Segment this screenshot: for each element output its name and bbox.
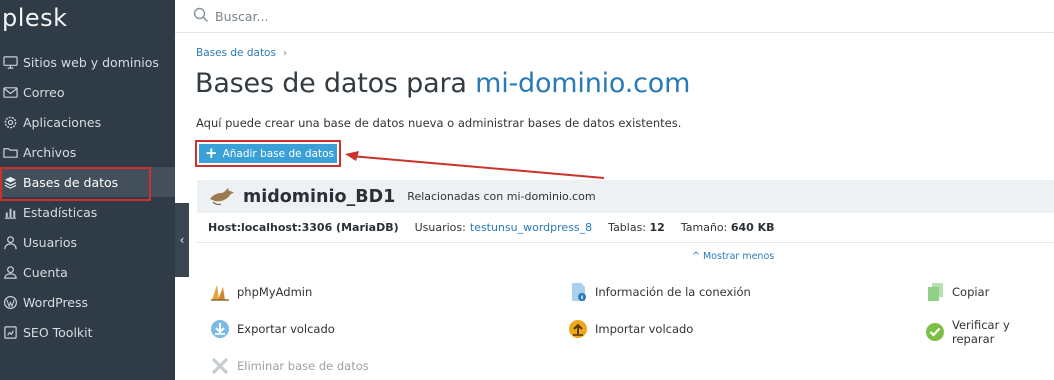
search-input[interactable] [215, 6, 615, 26]
add-button-highlight: + Añadir base de datos [195, 140, 341, 167]
size-label: Tamaño: [680, 221, 728, 234]
chevron-right-icon: › [282, 47, 287, 59]
action-phpmyadmin[interactable]: phpMyAdmin [209, 281, 312, 303]
mariadb-seal-icon [210, 187, 234, 205]
sidebar-item-wordpress[interactable]: WordPress [0, 287, 175, 317]
show-less-link[interactable]: ^ Mostrar menos [692, 251, 774, 262]
sidebar-item-label: Bases de datos [23, 174, 119, 190]
database-name[interactable]: midominio_BD1 [243, 187, 395, 207]
sidebar-item-aplicaciones[interactable]: Aplicaciones [0, 107, 175, 137]
action-label: phpMyAdmin [237, 285, 313, 299]
sidebar-item-label: Sitios web y dominios [23, 54, 159, 70]
annotation-arrow-icon [345, 151, 605, 179]
host-label: Host: [208, 221, 241, 234]
sidebar-item-label: Archivos [23, 144, 77, 160]
database-header: midominio_BD1 Relacionadas con mi-domini… [197, 180, 1054, 213]
size-value: 640 KB [730, 221, 775, 234]
sidebar-item-label: SEO Toolkit [23, 324, 93, 340]
folder-icon [2, 144, 18, 160]
breadcrumb: Bases de datos › [196, 47, 287, 59]
page-title-prefix: Bases de datos para [195, 68, 476, 99]
action-label: Verificar y reparar [952, 318, 1010, 346]
users-label: Usuarios: [414, 221, 466, 234]
sidebar-item-sitios-web[interactable]: Sitios web y dominios [0, 47, 175, 77]
action-label: Información de la conexión [595, 285, 751, 299]
chevron-left-icon: ‹ [179, 233, 185, 247]
sidebar-item-label: WordPress [23, 294, 89, 310]
sidebar-item-seo-toolkit[interactable]: SEO Toolkit [0, 317, 175, 347]
check-repair-icon [924, 321, 946, 343]
database-layers-icon [2, 174, 18, 190]
database-card: midominio_BD1 Relacionadas con mi-domini… [197, 180, 1054, 380]
action-export-dump[interactable]: Exportar volcado [209, 318, 335, 340]
sidebar-item-usuarios[interactable]: Usuarios [0, 227, 175, 257]
database-related-domain: Relacionadas con mi-dominio.com [407, 190, 596, 203]
account-icon [2, 264, 18, 280]
page-description: Aquí puede crear una base de datos nueva… [196, 116, 682, 130]
phpmyadmin-icon [209, 281, 231, 303]
seo-toolkit-icon [2, 324, 18, 340]
plus-icon: + [205, 144, 218, 162]
delete-icon [209, 355, 231, 377]
monitor-icon [2, 54, 18, 70]
mail-icon [2, 84, 18, 100]
page-title-domain-link[interactable]: mi-dominio.com [475, 68, 690, 99]
action-check-repair[interactable]: Verificar y reparar [924, 318, 1054, 346]
sidebar-item-cuenta[interactable]: Cuenta [0, 257, 175, 287]
chevron-up-icon: ^ [692, 251, 703, 262]
action-label: Eliminar base de datos [237, 359, 369, 373]
search-icon [193, 7, 209, 23]
sidebar-item-correo[interactable]: Correo [0, 77, 175, 107]
user-icon [2, 234, 18, 250]
database-info-row: Host: localhost:3306 (MariaDB) Usuarios: t… [197, 213, 1054, 243]
action-label: Exportar volcado [237, 322, 335, 336]
wordpress-icon [2, 294, 18, 310]
sidebar: plesk Sitios web y dominios Correo Aplic… [0, 0, 175, 380]
sidebar-item-label: Correo [23, 84, 65, 100]
import-dump-icon [567, 318, 589, 340]
users-link[interactable]: testunsu_wordpress_8 [470, 221, 592, 234]
action-label: Importar volcado [595, 322, 694, 336]
sidebar-item-estadisticas[interactable]: Estadísticas [0, 197, 175, 227]
sidebar-item-label: Estadísticas [23, 204, 98, 220]
action-import-dump[interactable]: Importar volcado [567, 318, 693, 340]
action-connection-info[interactable]: Información de la conexión [567, 281, 751, 303]
sidebar-item-label: Aplicaciones [23, 114, 102, 130]
connection-info-icon [567, 281, 589, 303]
action-delete-database[interactable]: Eliminar base de datos [209, 355, 369, 377]
add-database-button[interactable]: + Añadir base de datos [199, 144, 337, 163]
sidebar-item-label: Cuenta [23, 264, 68, 280]
sidebar-collapse-toggle[interactable]: ‹ [175, 203, 189, 277]
plesk-logo[interactable]: plesk [2, 4, 68, 32]
export-dump-icon [209, 318, 231, 340]
add-database-label: Añadir base de datos [222, 147, 335, 160]
breadcrumb-link-bases-de-datos[interactable]: Bases de datos [196, 47, 276, 59]
gear-icon [2, 114, 18, 130]
sidebar-item-label: Usuarios [23, 234, 78, 250]
copy-icon [924, 281, 946, 303]
main-content: Bases de datos › Bases de datos para mi-… [189, 33, 1054, 380]
sidebar-item-bases-de-datos[interactable]: Bases de datos [0, 167, 175, 201]
sidebar-item-archivos[interactable]: Archivos [0, 137, 175, 167]
tables-value: 12 [649, 221, 665, 234]
page-title: Bases de datos para mi-dominio.com [195, 68, 690, 99]
tables-label: Tablas: [608, 221, 647, 234]
action-copy[interactable]: Copiar [924, 281, 989, 303]
bar-chart-icon [2, 204, 18, 220]
show-less-label: Mostrar menos [702, 251, 775, 262]
sidebar-nav: Sitios web y dominios Correo Aplicacione… [0, 47, 175, 347]
host-value: localhost:3306 (MariaDB) [240, 221, 399, 234]
top-bar [175, 0, 1054, 33]
action-label: Copiar [952, 285, 990, 299]
